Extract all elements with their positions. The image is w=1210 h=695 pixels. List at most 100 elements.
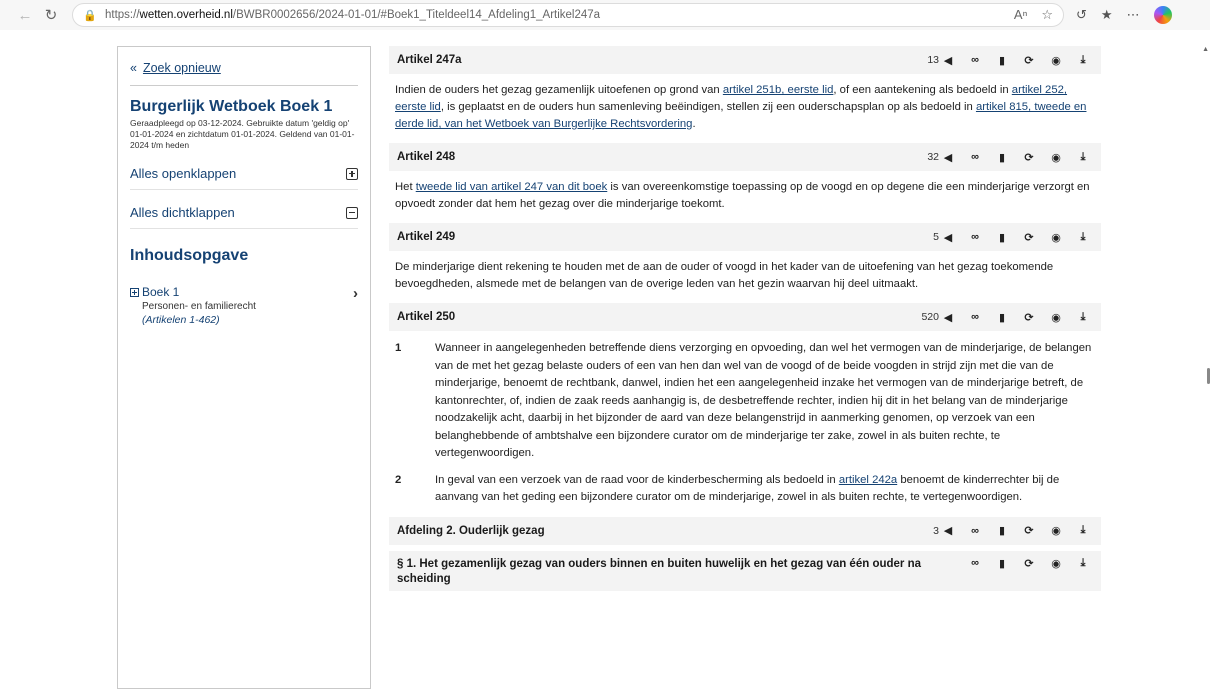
section-title: Afdeling 2. Ouderlijk gezag [397, 524, 545, 537]
read-aloud-icon[interactable]: Aⁿ [1014, 7, 1027, 23]
link-icon[interactable]: ∞ [969, 525, 981, 537]
toc-title: Inhoudsopgave [130, 247, 249, 264]
article-title: Artikel 248 [397, 151, 456, 163]
history-icon[interactable]: ⟳ [1023, 524, 1035, 537]
print-icon[interactable]: ◉ [1050, 54, 1062, 67]
favorite-star-icon[interactable]: ☆ [1041, 7, 1053, 23]
text-segment: . [692, 118, 696, 130]
share-icon[interactable]: ◀ [942, 54, 954, 67]
double-chevron-left-icon: « [130, 61, 137, 75]
download-icon[interactable]: ⤓ [1077, 524, 1089, 537]
toc-book-subtitle: Personen- en familierecht [142, 301, 256, 312]
url-path: /BWBR0002656/2024-01-01/#Boek1_Titeldeel… [232, 9, 601, 21]
share-count: 3 [933, 524, 939, 537]
browser-toolbar: ← ↻ 🔒 https://wetten.overheid.nl/BWBR000… [0, 0, 1210, 30]
article-header-250: Artikel 250 520 ◀ ∞ ▮ ⟳ ◉ ⤓ [389, 303, 1101, 331]
link-icon[interactable]: ∞ [969, 557, 981, 569]
article-header-249: Artikel 249 5 ◀ ∞ ▮ ⟳ ◉ ⤓ [389, 223, 1101, 251]
refresh-icon[interactable]: ↻ [38, 2, 64, 28]
toc-item-boek-1[interactable]: Boek 1 Personen- en familierecht (Artike… [130, 285, 358, 326]
law-title: Burgerlijk Wetboek Boek 1 [130, 98, 333, 115]
share-count: 13 [927, 54, 939, 66]
history-icon[interactable]: ⟳ [1023, 311, 1035, 324]
bookmark-icon[interactable]: ▮ [996, 54, 1008, 67]
section-header-paragraaf-1[interactable]: § 1. Het gezamenlijk gezag van ouders bi… [389, 550, 1101, 591]
article-title: Artikel 247a [397, 54, 462, 66]
copilot-icon[interactable] [1153, 6, 1172, 24]
text-segment: In geval van een verzoek van de raad voo… [435, 473, 839, 486]
link-artikel-242a[interactable]: artikel 242a [839, 474, 897, 486]
download-icon[interactable]: ⤓ [1077, 54, 1089, 67]
sidebar: « Zoek opnieuw Burgerlijk Wetboek Boek 1… [117, 46, 371, 689]
text-segment: Het [395, 181, 416, 193]
section-header-afdeling-2[interactable]: Afdeling 2. Ouderlijk gezag 3 ◀ ∞ ▮ ⟳ ◉ … [389, 516, 1101, 545]
plus-square-icon [346, 167, 358, 180]
search-again-label: Zoek opnieuw [142, 61, 221, 75]
share-icon[interactable]: ◀ [942, 311, 954, 324]
scroll-up-arrow-icon[interactable]: ▲ [1202, 46, 1209, 53]
history-icon[interactable]: ⟳ [1023, 557, 1035, 570]
article-text-248: Het tweede lid van artikel 247 van dit b… [389, 171, 1101, 223]
history-icon[interactable]: ⟳ [1023, 231, 1035, 244]
list-text: Wanneer in aangelegenheden betreffende d… [435, 342, 1092, 459]
share-icon[interactable]: ◀ [942, 231, 954, 244]
bookmark-icon[interactable]: ▮ [996, 311, 1008, 324]
list-number: 2 [395, 473, 402, 486]
history-icon[interactable]: ⟳ [1023, 54, 1035, 67]
download-icon[interactable]: ⤓ [1077, 557, 1089, 570]
search-again-link[interactable]: « Zoek opnieuw [130, 61, 358, 86]
link-icon[interactable]: ∞ [969, 151, 981, 163]
law-meta: Geraadpleegd op 03-12-2024. Gebruikte da… [130, 118, 355, 150]
print-icon[interactable]: ◉ [1050, 231, 1062, 244]
download-icon[interactable]: ⤓ [1077, 311, 1089, 324]
link-artikel-251b[interactable]: artikel 251b, eerste lid [723, 84, 834, 96]
expand-icon[interactable] [130, 288, 139, 297]
print-icon[interactable]: ◉ [1050, 557, 1062, 570]
article-title: Artikel 250 [397, 311, 456, 323]
history-icon[interactable]: ⟳ [1023, 151, 1035, 164]
bookmark-icon[interactable]: ▮ [996, 524, 1008, 537]
list-text: In geval van een verzoek van de raad voo… [435, 472, 1095, 507]
extensions-icon[interactable]: ↺ [1076, 7, 1087, 23]
share-count: 32 [927, 151, 939, 163]
download-icon[interactable]: ⤓ [1077, 231, 1089, 244]
article-text-249: De minderjarige dient rekening te houden… [395, 261, 1054, 290]
list-number: 1 [395, 342, 402, 354]
expand-all-button[interactable]: Alles openklappen [130, 161, 358, 190]
article-title: Artikel 249 [397, 231, 456, 243]
lock-icon[interactable]: 🔒 [83, 9, 99, 22]
toc-book-range: (Artikelen 1-462) [142, 314, 220, 326]
link-icon[interactable]: ∞ [969, 311, 981, 323]
link-artikel-247[interactable]: tweede lid van artikel 247 van dit boek [416, 181, 608, 193]
toc-book-label: Boek 1 [142, 285, 180, 299]
print-icon[interactable]: ◉ [1050, 151, 1062, 164]
text-segment: , is geplaatst en de ouders hun samenlev… [440, 101, 976, 113]
article-header-248: Artikel 248 32 ◀ ∞ ▮ ⟳ ◉ ⤓ [389, 143, 1101, 171]
share-icon[interactable]: ◀ [942, 151, 954, 164]
bookmark-icon[interactable]: ▮ [996, 557, 1008, 570]
bookmark-icon[interactable]: ▮ [996, 231, 1008, 244]
minus-square-icon [346, 206, 358, 219]
collapse-all-label: Alles dichtklappen [130, 205, 235, 220]
text-segment: Indien de ouders het gezag gezamenlijk u… [395, 84, 723, 96]
link-icon[interactable]: ∞ [969, 231, 981, 243]
expand-all-label: Alles openklappen [130, 166, 237, 181]
back-icon[interactable]: ← [12, 2, 38, 28]
more-icon[interactable]: ⋯ [1127, 7, 1140, 23]
print-icon[interactable]: ◉ [1050, 524, 1062, 537]
print-icon[interactable]: ◉ [1050, 311, 1062, 324]
download-icon[interactable]: ⤓ [1077, 151, 1089, 164]
article-text-247a: Indien de ouders het gezag gezamenlijk u… [389, 74, 1101, 143]
chevron-right-icon[interactable]: › [353, 285, 358, 326]
main-content: Artikel 247a 13 ◀ ∞ ▮ ⟳ ◉ ⤓ Indien de ou… [389, 46, 1101, 591]
url-host: wetten.overheid.nl [139, 9, 233, 21]
list-item: 1 Wanneer in aangelegenheden betreffende… [389, 340, 1101, 463]
collapse-all-button[interactable]: Alles dichtklappen [130, 200, 358, 229]
favorites-icon[interactable]: ★ [1101, 7, 1113, 23]
link-icon[interactable]: ∞ [969, 54, 981, 66]
share-icon[interactable]: ◀ [942, 524, 954, 537]
article-header-247a: Artikel 247a 13 ◀ ∞ ▮ ⟳ ◉ ⤓ [389, 46, 1101, 74]
share-count: 5 [933, 231, 939, 243]
address-bar[interactable]: 🔒 https://wetten.overheid.nl/BWBR0002656… [72, 3, 1064, 27]
bookmark-icon[interactable]: ▮ [996, 151, 1008, 164]
